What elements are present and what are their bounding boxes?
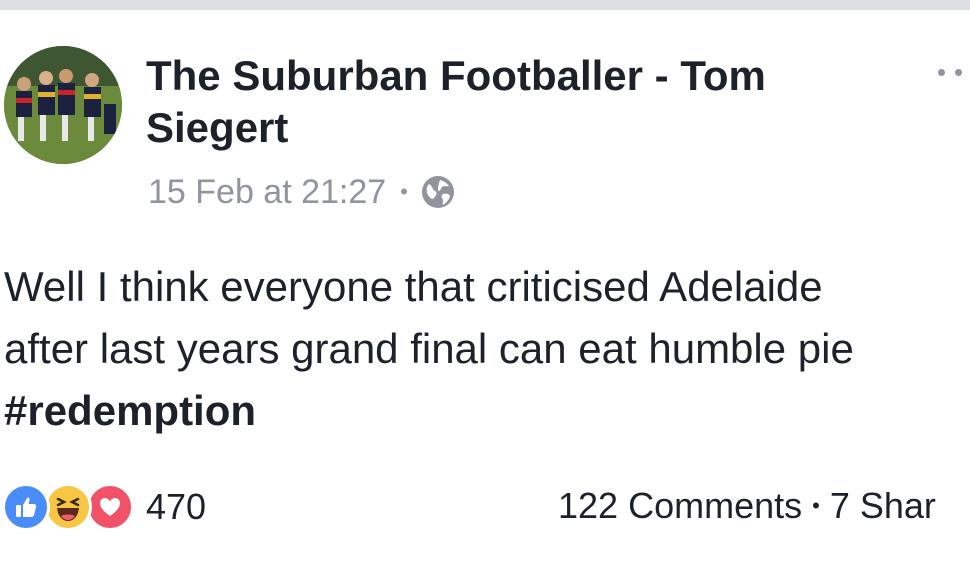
more-dot-icon <box>938 68 945 76</box>
hashtag-link[interactable]: #redemption <box>4 380 970 442</box>
post-timestamp[interactable]: 15 Feb at 21:27 <box>148 173 386 212</box>
post-author-name[interactable]: The Suburban Footballer - Tom Siegert <box>146 50 866 154</box>
comments-count-link[interactable]: 122 Comments <box>558 485 802 527</box>
engagement-stats: 122 Comments • 7 Shar <box>558 484 936 528</box>
reactions-summary[interactable]: 470 <box>2 482 206 532</box>
meta-separator: • <box>400 179 408 204</box>
more-options-button[interactable] <box>938 60 970 84</box>
avatar-photo <box>4 46 122 164</box>
globe-icon <box>421 176 454 208</box>
post-meta: 15 Feb at 21:27 • <box>148 170 456 214</box>
more-dot-icon <box>955 68 962 76</box>
top-divider-bar <box>0 0 970 10</box>
avatar[interactable] <box>4 46 122 164</box>
shares-count-link[interactable]: 7 Shar <box>830 485 936 527</box>
reaction-count: 470 <box>146 486 207 527</box>
like-icon <box>2 483 50 531</box>
post-text-line: Well I think everyone that criticised Ad… <box>4 263 823 310</box>
post-body: Well I think everyone that criticised Ad… <box>4 256 970 442</box>
love-icon <box>86 483 134 531</box>
stats-separator: • <box>812 493 820 518</box>
haha-icon <box>44 483 92 531</box>
post-text-line: after last years grand final can eat hum… <box>4 325 854 372</box>
